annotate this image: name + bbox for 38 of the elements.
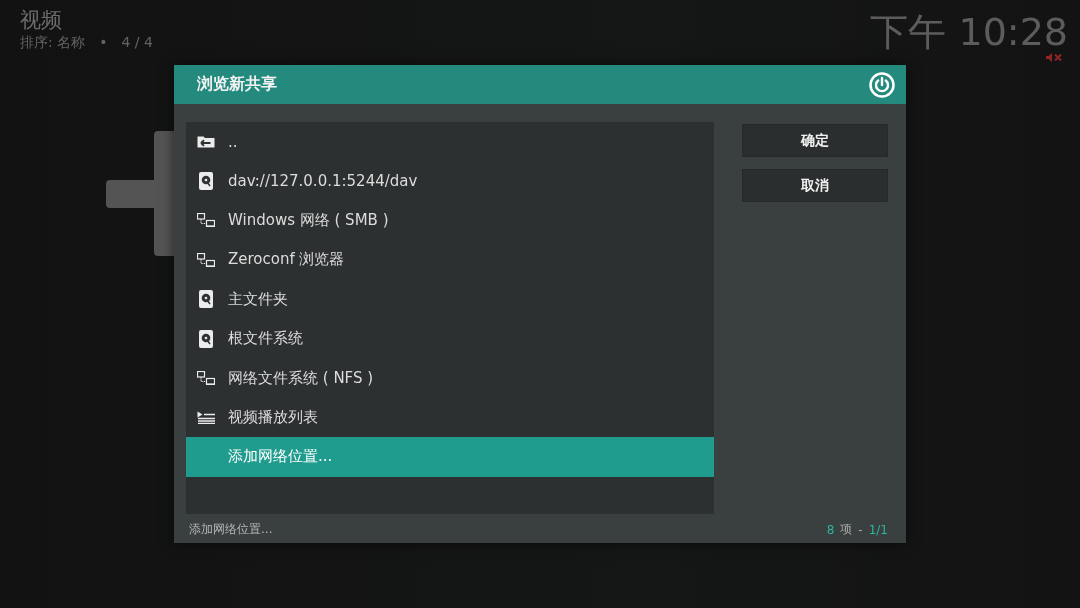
list-item-label: 添加网络位置... — [228, 447, 333, 467]
dialog-title: 浏览新共享 — [197, 74, 277, 95]
list-item[interactable]: 主文件夹 — [186, 279, 714, 319]
plus-icon — [106, 131, 174, 256]
item-total: 8 — [826, 522, 835, 537]
folder-back-arrow-icon — [197, 135, 215, 149]
list-item[interactable]: 根文件系统 — [186, 318, 714, 359]
list-item[interactable]: 视频播放列表 — [186, 397, 714, 438]
page-title: 视频 — [20, 7, 63, 34]
page-indicator: 1/1 — [868, 522, 888, 537]
list-item-label: dav://127.0.0.1:5244/dav — [228, 172, 418, 191]
list-item[interactable]: .. — [186, 122, 714, 162]
power-button[interactable] — [869, 71, 895, 98]
sort-label: 排序: 名称 — [20, 34, 86, 50]
dialog-button[interactable]: 取消 — [742, 169, 888, 202]
separator-dot: • — [99, 34, 108, 50]
network-computers-icon — [197, 252, 215, 267]
list-item-label: 根文件系统 — [228, 329, 303, 349]
clock: 下午 10:28 — [870, 12, 1068, 52]
dialog-button[interactable]: 确定 — [742, 124, 888, 157]
network-computers-icon — [197, 213, 215, 228]
list-item-label: 主文件夹 — [228, 289, 288, 309]
network-computers-icon — [197, 371, 215, 386]
list-item-label: Windows 网络 ( SMB ) — [228, 210, 389, 230]
list-item[interactable]: 网络文件系统 ( NFS ) — [186, 358, 714, 398]
list-item[interactable]: Windows 网络 ( SMB ) — [186, 200, 714, 241]
playlist-icon — [197, 410, 215, 424]
list-item[interactable]: Zeroconf 浏览器 — [186, 240, 714, 280]
item-unit: 项 — [840, 521, 853, 538]
list-item-label: Zeroconf 浏览器 — [228, 250, 345, 270]
item-count: 4 / 4 — [121, 34, 153, 50]
status-text: 添加网络位置... — [189, 521, 273, 538]
list-item-label: .. — [228, 132, 238, 151]
pager-separator: - — [858, 522, 863, 537]
list-item[interactable]: dav://127.0.0.1:5244/dav — [186, 161, 714, 201]
power-icon — [869, 71, 895, 98]
list-item-label: 视频播放列表 — [228, 407, 318, 427]
list-item-label: 网络文件系统 ( NFS ) — [228, 368, 374, 388]
